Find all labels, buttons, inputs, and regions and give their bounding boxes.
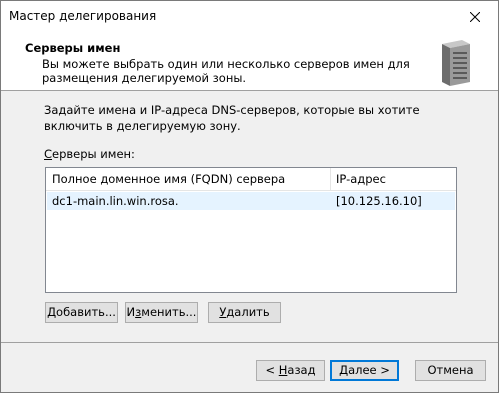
name-servers-list[interactable]: Полное доменное имя (FQDN) сервера IP-ад… — [45, 167, 457, 293]
column-separator[interactable] — [330, 168, 331, 190]
next-button[interactable]: Далее > — [330, 360, 399, 381]
servers-list-label: Серверы имен: — [44, 147, 135, 161]
page-title: Серверы имен — [25, 41, 121, 55]
column-header-ip[interactable]: IP-адрес — [336, 172, 386, 186]
server-icon — [442, 40, 470, 86]
cancel-button[interactable]: Отмена — [415, 360, 486, 381]
remove-button[interactable]: Удалить — [208, 302, 281, 323]
column-header-fqdn[interactable]: Полное доменное имя (FQDN) сервера — [52, 172, 285, 186]
edit-button[interactable]: Изменить... — [125, 302, 198, 323]
list-header: Полное доменное имя (FQDN) сервера IP-ад… — [46, 168, 456, 191]
table-row[interactable]: dc1-main.lin.win.rosa. [10.125.16.10] — [47, 192, 455, 210]
add-button[interactable]: Добавить... — [45, 302, 118, 323]
close-icon — [470, 11, 480, 22]
close-button[interactable] — [452, 1, 498, 32]
page-subtitle: Вы можете выбрать один или несколько сер… — [42, 57, 410, 85]
instruction-text: Задайте имена и IP-адреса DNS-серверов, … — [44, 103, 420, 133]
back-button[interactable]: < Назад — [256, 360, 325, 381]
window-title: Мастер делегирования — [9, 9, 157, 23]
title-bar: Мастер делегирования — [1, 1, 498, 32]
wizard-header: Серверы имен Вы можете выбрать один или … — [1, 32, 498, 91]
row-ip: [10.125.16.10] — [336, 194, 422, 208]
wizard-window: Мастер делегирования Серверы имен Вы мож… — [0, 0, 499, 393]
footer-divider — [1, 342, 498, 343]
row-fqdn: dc1-main.lin.win.rosa. — [52, 194, 179, 208]
